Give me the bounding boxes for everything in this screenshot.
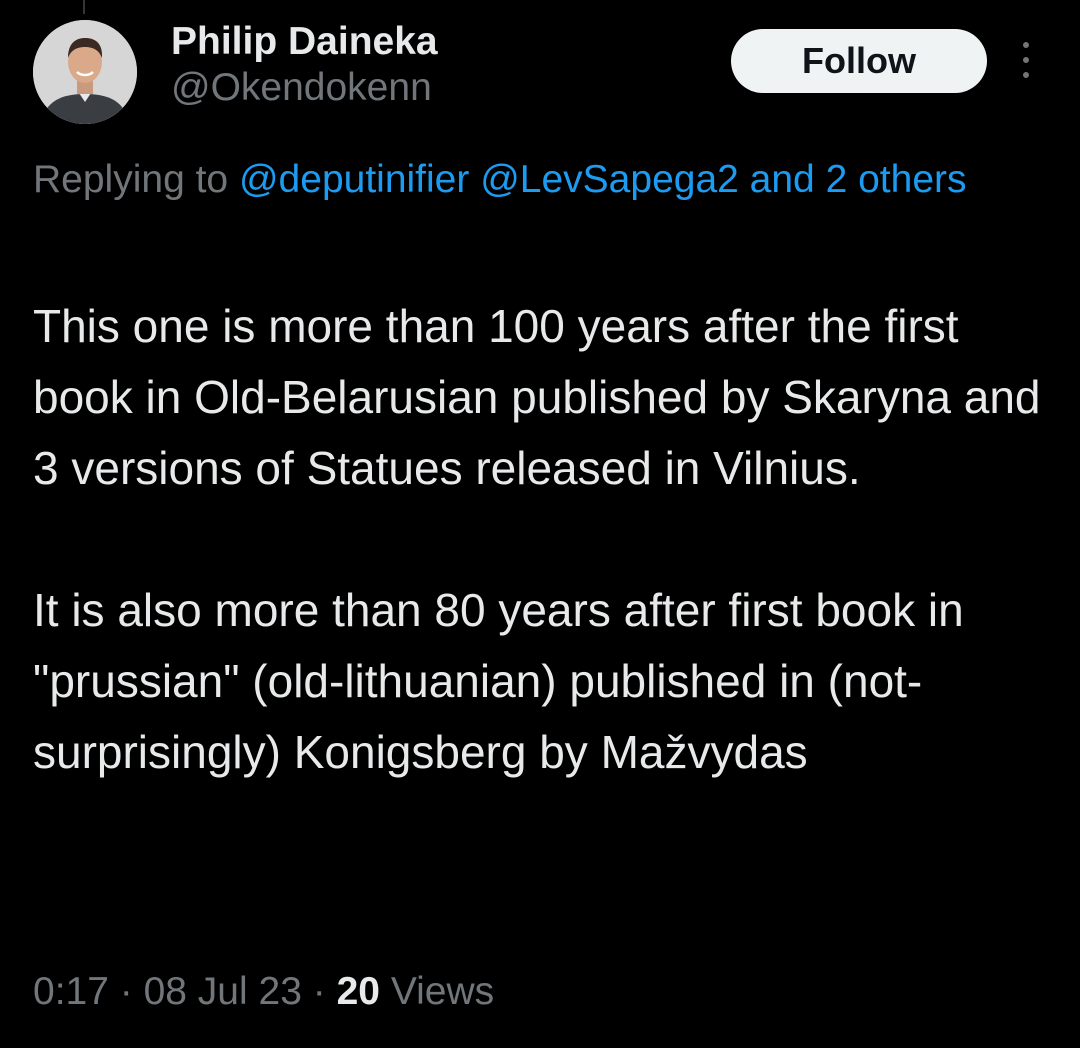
tweet-time[interactable]: 0:17 bbox=[33, 970, 109, 1013]
tweet-paragraph: It is also more than 80 years after firs… bbox=[33, 584, 964, 778]
tweet-header: Philip Daineka @Okendokenn Follow bbox=[33, 20, 1047, 124]
avatar-photo bbox=[33, 20, 137, 124]
mention-link-levsapega2[interactable]: @LevSapega2 bbox=[480, 158, 739, 201]
more-vertical-icon[interactable] bbox=[1001, 36, 1049, 84]
author-identity[interactable]: Philip Daineka @Okendokenn bbox=[171, 20, 438, 112]
tweet-date[interactable]: 08 Jul 23 bbox=[144, 970, 302, 1013]
tweet-paragraph: This one is more than 100 years after th… bbox=[33, 300, 1041, 494]
replying-to-line: Replying to @deputinifier @LevSapega2 an… bbox=[33, 150, 1033, 209]
mention-link-deputinifier[interactable]: @deputinifier bbox=[239, 158, 469, 201]
author-display-name[interactable]: Philip Daineka bbox=[171, 20, 438, 64]
author-handle[interactable]: @Okendokenn bbox=[171, 64, 438, 112]
views-label: Views bbox=[390, 970, 495, 1013]
tweet-text: This one is more than 100 years after th… bbox=[33, 291, 1053, 788]
thread-connector-line bbox=[83, 0, 85, 14]
meta-separator: · bbox=[312, 970, 326, 1013]
avatar[interactable] bbox=[33, 20, 137, 124]
replying-to-label: Replying to bbox=[33, 158, 229, 201]
follow-button[interactable]: Follow bbox=[731, 29, 987, 93]
meta-separator: · bbox=[119, 970, 133, 1013]
tweet-metadata: 0:17 · 08 Jul 23 · 20 Views bbox=[33, 962, 494, 1022]
views-count: 20 bbox=[336, 970, 380, 1013]
and-others-link[interactable]: and 2 others bbox=[750, 158, 967, 201]
